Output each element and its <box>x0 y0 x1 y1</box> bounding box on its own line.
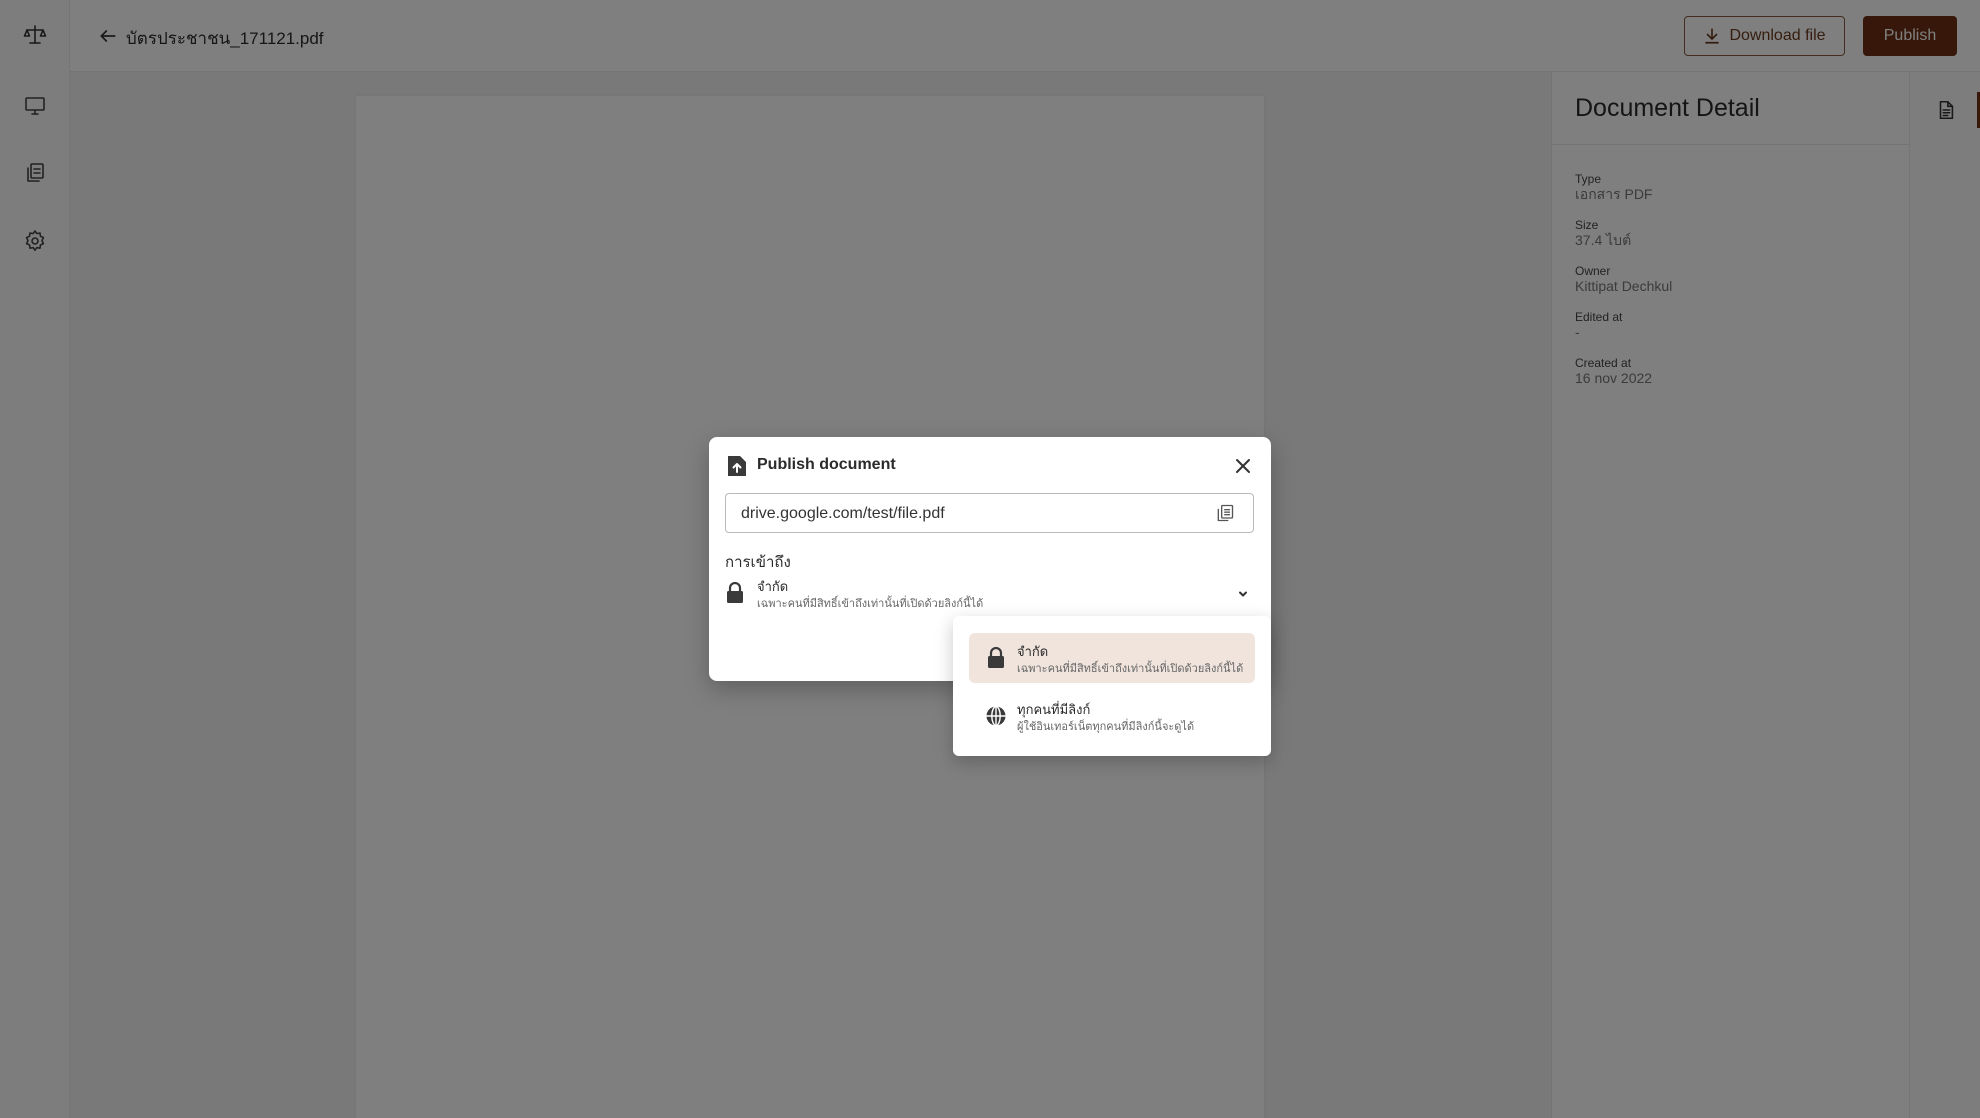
dialog-title: Publish document <box>757 456 896 473</box>
option-desc: ผู้ใช้อินเทอร์เน็ตทุกคนที่มีลิงก์นี้จะดู… <box>1017 721 1195 733</box>
option-desc: เฉพาะคนที่มีสิทธิ์เข้าถึงเท่านั้นที่เปิด… <box>1017 663 1244 675</box>
globe-icon <box>985 705 1007 727</box>
copy-icon[interactable] <box>1213 501 1237 525</box>
share-link-field[interactable]: drive.google.com/test/file.pdf <box>725 493 1254 533</box>
access-option-restricted[interactable]: จำกัด เฉพาะคนที่มีสิทธิ์เข้าถึงเท่านั้นท… <box>969 633 1255 683</box>
access-option-anyone-with-link[interactable]: ทุกคนที่มีลิงก์ ผู้ใช้อินเทอร์เน็ตทุกคนท… <box>969 691 1255 741</box>
lock-icon <box>725 581 745 604</box>
chevron-down-icon[interactable] <box>1235 586 1251 602</box>
lock-icon <box>985 647 1007 669</box>
share-link-text: drive.google.com/test/file.pdf <box>741 505 945 522</box>
access-dropdown-menu: จำกัด เฉพาะคนที่มีสิทธิ์เข้าถึงเท่านั้นท… <box>953 616 1271 756</box>
access-select[interactable]: จำกัด เฉพาะคนที่มีสิทธิ์เข้าถึงเท่านั้นท… <box>725 574 1254 614</box>
access-heading: การเข้าถึง <box>725 554 791 571</box>
access-selected-desc: เฉพาะคนที่มีสิทธิ์เข้าถึงเท่านั้นที่เปิด… <box>757 598 984 610</box>
upload-file-icon <box>726 454 748 478</box>
close-icon[interactable] <box>1231 454 1255 478</box>
